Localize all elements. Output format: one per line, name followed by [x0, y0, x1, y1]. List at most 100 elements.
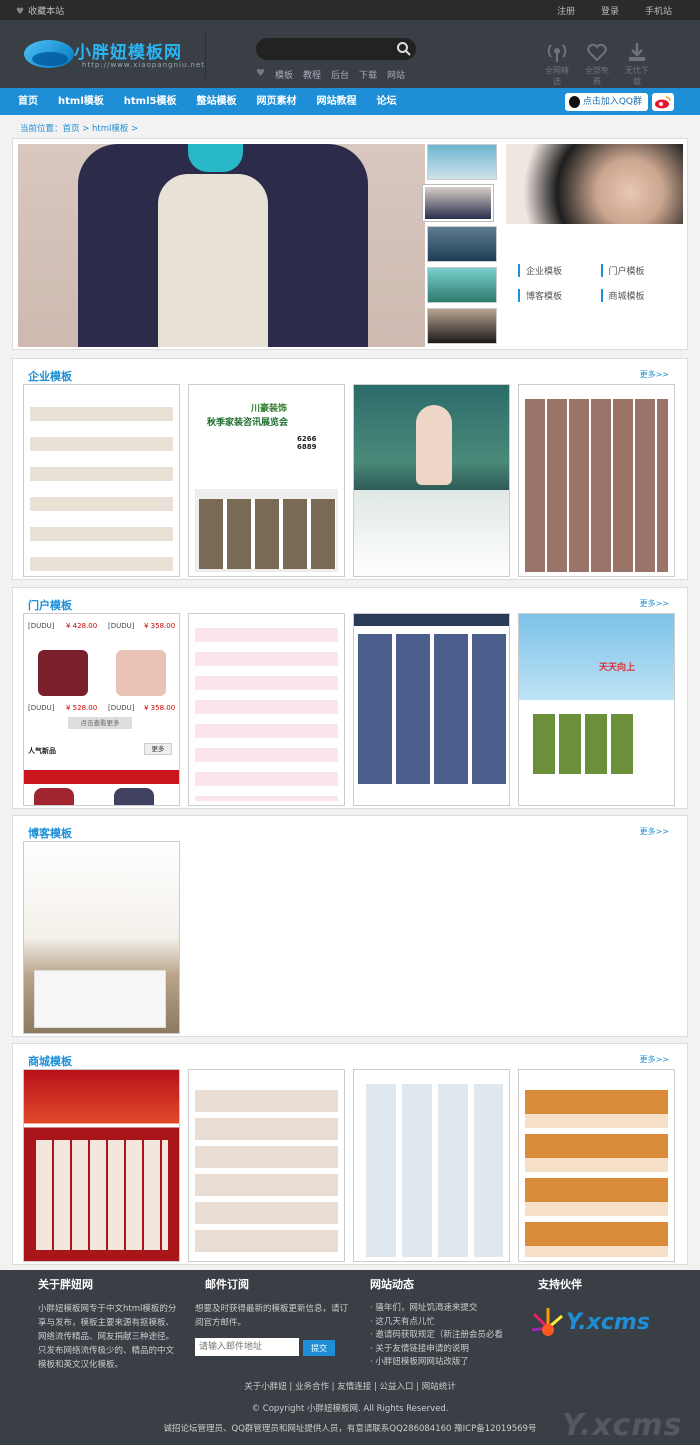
hotword-link[interactable]: 后台 [331, 68, 349, 81]
section-title: 门户模板 [28, 599, 72, 612]
hero-thumb[interactable] [427, 226, 497, 262]
card-phone: 6266 6889 [297, 435, 317, 451]
section-shop: 商城模板 更多>> [12, 1043, 688, 1265]
feature-download: 无忧下载 [622, 42, 652, 87]
logo-url: http://www.xiaopangniu.net [82, 61, 206, 69]
feature-selected: 全网精选 [542, 42, 572, 87]
section-blog: 博客模板 更多>> [12, 815, 688, 1037]
partner-logo[interactable]: Y.xcms [528, 1304, 688, 1348]
cat-link-blog[interactable]: 博客模板 [518, 289, 601, 302]
subscribe-button[interactable]: 提交 [303, 1340, 335, 1356]
section-title: 博客模板 [28, 827, 72, 840]
site-logo[interactable]: 小胖妞模板网 http://www.xiaopangniu.net [24, 38, 204, 74]
hotword-link[interactable]: 网站 [387, 68, 405, 81]
news-link[interactable]: · 骚年们，网址饥渴速来提交 [370, 1302, 520, 1316]
breadcrumb: 当前位置：首页 > html模板 > [20, 124, 139, 134]
nav-item-html[interactable]: html模板 [48, 88, 114, 115]
template-card[interactable] [23, 1069, 180, 1262]
favorite-link[interactable]: ♥ 收藏本站 [16, 4, 64, 17]
cat-link-portal[interactable]: 门户模板 [600, 264, 684, 277]
news-link[interactable]: · 这几天有点儿忙 [370, 1316, 520, 1330]
heart-outline-icon [587, 43, 607, 62]
join-qq-button[interactable]: 点击加入QQ群 [564, 93, 648, 111]
header-features: 全网精选 全部免费 无忧下载 [542, 42, 652, 87]
hotword-link[interactable]: 模板 [275, 68, 293, 81]
site-header: 小胖妞模板网 http://www.xiaopangniu.net ♥ 模板 教… [0, 20, 700, 88]
side-image[interactable] [506, 144, 683, 224]
template-card[interactable] [353, 613, 510, 806]
register-link[interactable]: 注册 [557, 4, 575, 17]
nav-item-home[interactable]: 首页 [8, 88, 48, 115]
weibo-button[interactable] [652, 93, 674, 111]
search-input[interactable] [256, 38, 416, 60]
footer-title: 关于胖妞网 [38, 1278, 93, 1291]
download-icon [629, 43, 645, 61]
qq-icon [568, 96, 580, 108]
hotword-link[interactable]: 教程 [303, 68, 321, 81]
hero-image[interactable] [18, 144, 425, 347]
category-links: 企业模板 门户模板 博客模板 商城模板 [506, 224, 683, 302]
template-card[interactable] [353, 1069, 510, 1262]
more-link[interactable]: 更多>> [640, 826, 669, 837]
card-heading: 川豪装饰 [251, 404, 288, 414]
template-card[interactable]: 川豪装饰 秋季家装咨讯展览会 6266 6889 [188, 384, 345, 577]
mobile-link[interactable]: 手机站 [645, 4, 672, 17]
hero-thumb[interactable] [427, 144, 497, 180]
cat-link-shop[interactable]: 商城模板 [600, 289, 684, 302]
footer-title: 支持伙伴 [538, 1278, 582, 1291]
email-field[interactable] [195, 1338, 299, 1356]
footer-partner: 支持伙伴 [538, 1276, 688, 1302]
template-card[interactable] [353, 384, 510, 577]
footer-title: 网站动态 [370, 1278, 414, 1291]
hero-thumb[interactable] [427, 308, 497, 344]
footer-title: 邮件订阅 [205, 1278, 249, 1291]
header-divider [205, 30, 206, 78]
hero-thumb[interactable] [423, 185, 493, 221]
top-bar: ♥ 收藏本站 注册 登录 手机站 [0, 0, 700, 20]
section-enterprise: 企业模板 更多>> 川豪装饰 秋季家装咨讯展览会 6266 6889 [12, 358, 688, 580]
card-subheading: 秋季家装咨讯展览会 [207, 418, 289, 428]
site-footer: 关于胖妞网 小胖妞模板网专于中文html模板的分享与发布，模板主要来源有抠模板、… [0, 1270, 700, 1445]
feature-free: 全部免费 [582, 42, 612, 87]
more-link[interactable]: 更多>> [640, 1054, 669, 1065]
login-link[interactable]: 登录 [601, 4, 619, 17]
watermark: Y.xcms [562, 1408, 683, 1443]
nav-item-tutorial[interactable]: 网站教程 [306, 88, 366, 115]
template-card[interactable] [518, 1069, 675, 1262]
template-card[interactable] [188, 1069, 345, 1262]
more-link[interactable]: 更多>> [640, 369, 669, 380]
more-link[interactable]: 更多>> [640, 598, 669, 609]
news-link[interactable]: · 邀请码获取规定（新注册会员必看 [370, 1329, 520, 1343]
footer-links[interactable]: 关于小胖妞 | 业务合作 | 友情连接 | 公益入口 | 网站统计 [0, 1380, 700, 1392]
logo-name: 小胖妞模板网 [74, 43, 182, 63]
hero-thumbnails [423, 144, 501, 349]
template-card[interactable]: [DUDU] ¥ 428.00 [DUDU] ¥ 358.00 [DUDU] ¥… [23, 613, 180, 806]
footer-about-text: 小胖妞模板网专于中文html模板的分享与发布，模板主要来源有抠模板、网络流传精品… [38, 1304, 177, 1370]
search-icon[interactable] [396, 41, 412, 57]
top-links: 注册 登录 手机站 [557, 4, 672, 17]
nav-item-forum[interactable]: 论坛 [366, 88, 406, 115]
nav-item-material[interactable]: 网页素材 [246, 88, 306, 115]
footer-mail-text: 想要及时获得最新的模板更新信息，请订阅官方邮件。 [195, 1304, 349, 1328]
template-card[interactable] [518, 384, 675, 577]
heart-icon: ♥ [16, 7, 25, 17]
template-card[interactable]: 天天向上 [518, 613, 675, 806]
hero-thumb[interactable] [427, 267, 497, 303]
hot-words: ♥ 模板 教程 后台 下载 网站 [256, 68, 405, 81]
hotword-link[interactable]: 下载 [359, 68, 377, 81]
template-card[interactable] [23, 841, 180, 1034]
section-title: 商城模板 [28, 1055, 72, 1068]
template-card[interactable] [23, 384, 180, 577]
nav-item-site[interactable]: 整站模板 [186, 88, 246, 115]
cat-link-enterprise[interactable]: 企业模板 [518, 264, 601, 277]
broadcast-icon [547, 44, 567, 62]
footer-news: 网站动态 · 骚年们，网址饥渴速来提交 · 这几天有点儿忙 · 邀请码获取规定（… [370, 1276, 520, 1370]
nav-item-html5[interactable]: html5模板 [114, 88, 187, 115]
banner-side: 企业模板 门户模板 博客模板 商城模板 [506, 144, 683, 346]
logo-wave-icon [32, 52, 68, 66]
news-link[interactable]: · 关于友情链接申请的说明 [370, 1343, 520, 1357]
news-link[interactable]: · 小胖妞模板网网站改版了 [370, 1356, 520, 1370]
template-card[interactable] [188, 613, 345, 806]
hero-banner: 企业模板 门户模板 博客模板 商城模板 [12, 138, 688, 350]
partner-swirl-icon [531, 1308, 563, 1336]
